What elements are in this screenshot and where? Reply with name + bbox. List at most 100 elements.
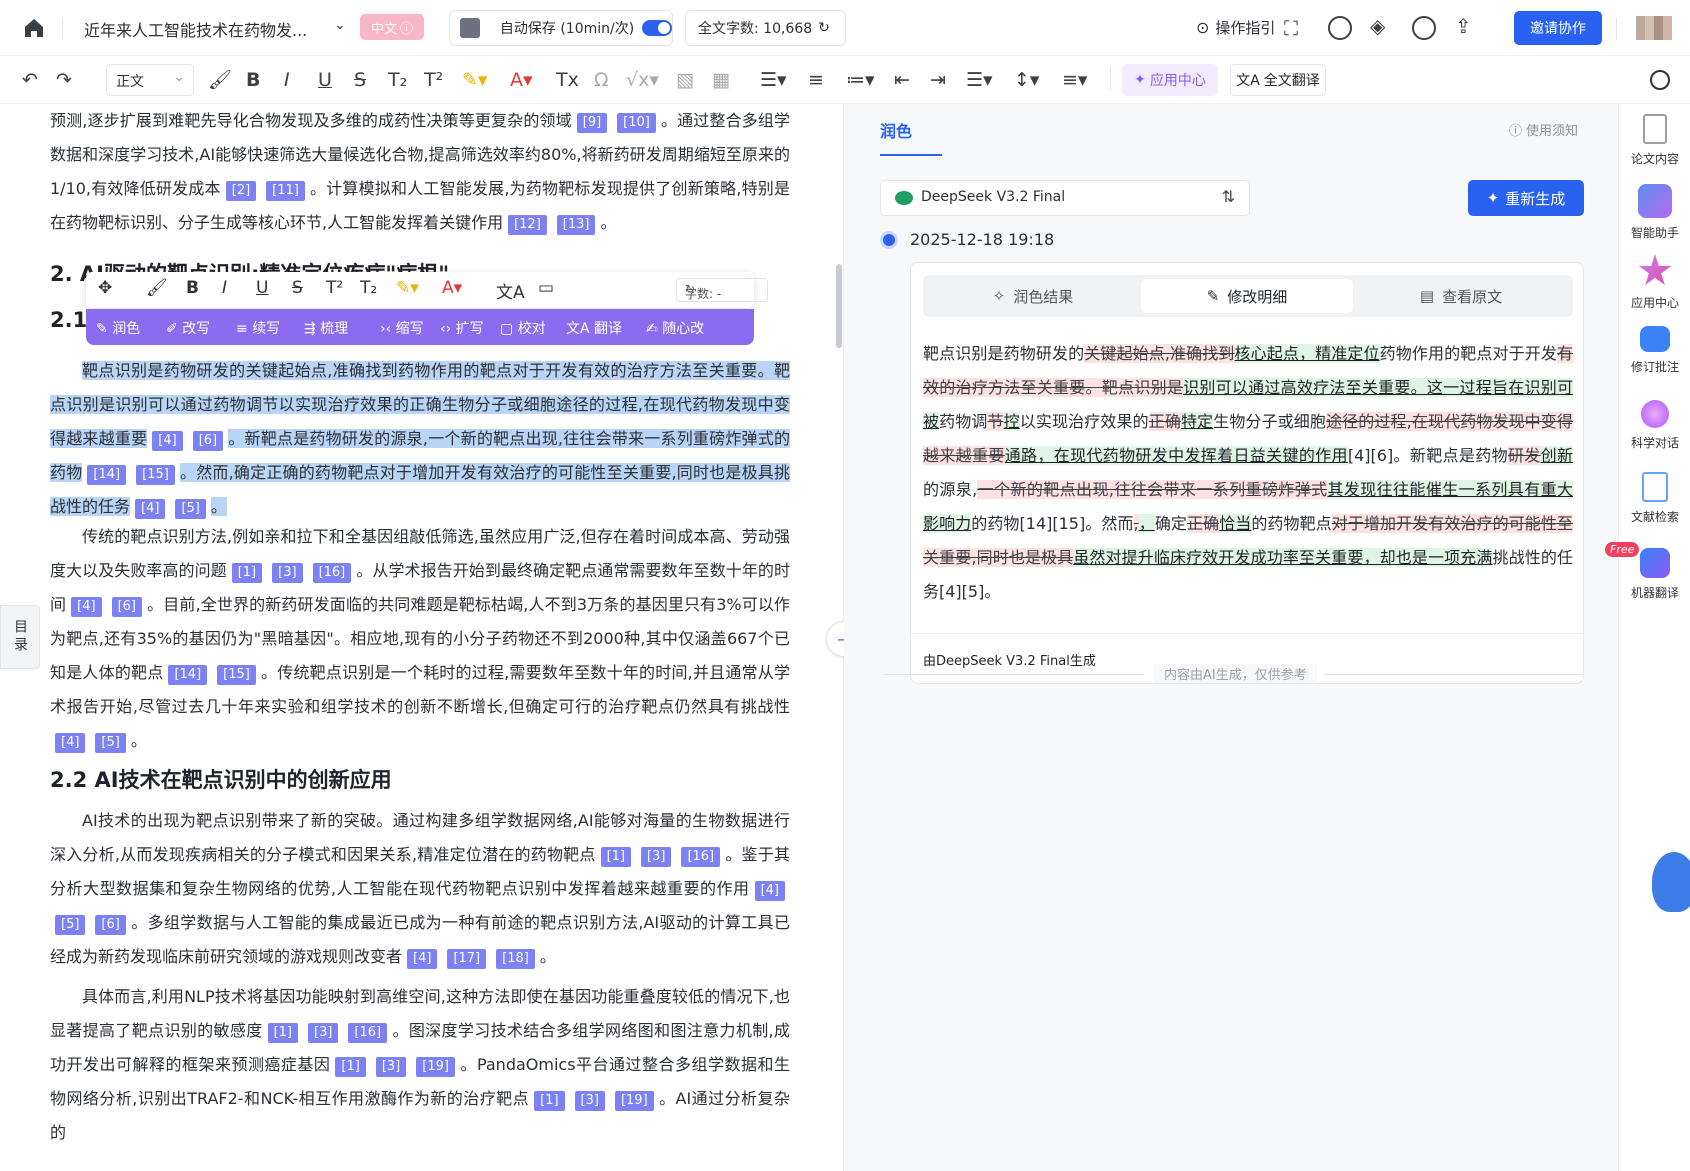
citation-chip[interactable]: [10] [617,113,656,133]
share-icon[interactable]: ⇪ [1455,14,1472,38]
formula-icon[interactable]: √x▾ [626,68,659,92]
ai-action-proofread[interactable]: ▢ 校对 [500,318,546,338]
strikethrough-icon[interactable]: S [292,278,303,298]
ai-action-continue[interactable]: ≡ 续写 [236,318,280,338]
citation-chip[interactable]: [1] [267,1023,298,1043]
line-height-icon[interactable]: ↕▾ [1014,68,1039,92]
guide-button[interactable]: ⊙ 操作指引 [1196,17,1275,38]
document-title[interactable]: 近年来人工智能技术在药物发... [84,17,307,41]
citation-chip[interactable]: [19] [416,1057,455,1077]
citation-chip[interactable]: [4] [135,499,166,519]
document-editor[interactable]: 预测,逐步扩展到难靶先导化合物发现及多维的成药性决策等更复杂的领域 [9] [10]… [0,104,842,1171]
underline-icon[interactable]: U [256,278,268,298]
layers-icon[interactable]: ◈ [1370,14,1385,38]
theme-icon[interactable] [1412,16,1436,40]
subscript-icon[interactable]: T₂ [388,68,407,92]
sidebar-item-revision-comments[interactable]: 修订批注 [1619,326,1690,375]
citation-chip[interactable]: [16] [312,563,352,583]
citation-chip[interactable]: [13] [556,215,596,235]
superscript-icon[interactable]: T² [424,68,443,92]
citation-chip[interactable]: [3] [574,1091,605,1111]
refresh-icon[interactable]: ↻ [818,20,830,36]
ai-action-translate[interactable]: 文A 翻译 [566,318,622,338]
multilevel-list-icon[interactable]: ≔▾ [846,68,875,92]
citation-chip[interactable]: [2] [225,181,257,201]
citation-chip[interactable]: [1] [335,1057,366,1077]
autosave-toggle[interactable] [642,20,672,36]
tab-polish[interactable]: 润色 [880,118,912,142]
strikethrough-icon[interactable]: S [354,68,366,92]
sidebar-item-smart-assistant[interactable]: 智能助手 [1619,184,1690,241]
citation-chip[interactable]: [1] [534,1091,565,1111]
citation-chip[interactable]: [4] [407,949,438,969]
underline-icon[interactable]: U [318,68,332,92]
citation-chip[interactable]: [19] [614,1091,654,1111]
help-icon[interactable] [1328,16,1352,40]
undo-icon[interactable]: ↶ [22,68,38,92]
selected-paragraph[interactable]: 靶点识别是药物研发的关键起始点,准确找到药物作用的靶点对于开发有效的治疗方法至关… [50,354,790,524]
citation-chip[interactable]: [9] [576,113,608,133]
citation-chip[interactable]: [15] [217,665,256,685]
adjust-icon[interactable]: ⇅ [1222,187,1235,206]
sidebar-item-science-chat[interactable]: 科学对话 [1619,400,1690,451]
clear-format-icon[interactable]: Tx [556,68,579,92]
citation-chip[interactable]: [1] [600,847,632,867]
citation-chip[interactable]: [4] [152,431,183,451]
citation-chip[interactable]: [4] [754,881,785,901]
table-icon[interactable]: ▦ [712,68,730,92]
align-icon[interactable]: ☰▾ [966,68,993,92]
fullscreen-icon[interactable]: ⛶ [1284,16,1298,40]
regenerate-button[interactable]: ✦ 重新生成 [1468,180,1584,216]
translate-icon[interactable]: 文A [496,278,525,303]
language-badge[interactable]: 中文 ⓘ [360,14,424,40]
citation-chip[interactable]: [6] [95,915,126,935]
toc-tab[interactable]: 目录 [0,605,40,669]
format-painter-icon[interactable]: 🖌 [208,68,232,92]
italic-icon[interactable]: I [284,68,290,92]
paragraph-style-select[interactable]: 正文 ⌄ [106,64,194,96]
citation-chip[interactable]: [1] [231,563,263,583]
image-icon[interactable]: ▧ [676,68,694,92]
citation-chip[interactable]: [18] [496,949,535,969]
citation-chip[interactable]: [14] [87,465,127,485]
save-disk-icon[interactable] [460,18,480,38]
sidebar-item-paper-content[interactable]: 论文内容 [1619,114,1690,167]
special-char-icon[interactable]: Ω [594,68,609,92]
citation-chip[interactable]: [6] [192,431,224,451]
ai-action-shorten[interactable]: ›‹ 缩写 [380,318,424,338]
citation-chip[interactable]: [16] [348,1023,388,1043]
numbered-list-icon[interactable]: ≡ [808,68,824,92]
subscript-icon[interactable]: T₂ [360,278,377,298]
mascot-assistant-icon[interactable] [1652,852,1690,912]
ai-action-freeform[interactable]: ✍ 随心改 [646,318,704,338]
tab-view-original[interactable]: ▤ 查看原文 [1355,279,1567,313]
outdent-icon[interactable]: ⇤ [894,68,910,92]
indent-icon[interactable]: ⇥ [930,68,946,92]
sidebar-item-app-center[interactable]: 应用中心 [1619,254,1690,311]
full-translate-button[interactable]: 文A 全文翻译 [1230,64,1326,96]
bold-icon[interactable]: B [246,68,260,92]
citation-chip[interactable]: [4] [71,597,102,617]
citation-chip[interactable]: [4] [55,733,86,753]
ai-action-expand[interactable]: ‹› 扩写 [440,318,484,338]
ai-action-polish[interactable]: ✎ 润色 [96,318,140,338]
citation-chip[interactable]: [5] [175,499,206,519]
font-color-icon[interactable]: A▾ [442,278,462,298]
highlight-icon[interactable]: ✎▾ [462,68,487,92]
superscript-icon[interactable]: T² [326,278,343,298]
home-icon[interactable] [22,16,46,40]
app-center-button[interactable]: ✦ 应用中心 [1122,64,1218,96]
ai-action-rewrite[interactable]: ✐ 改写 [166,318,210,338]
citation-chip[interactable]: [3] [641,847,672,867]
italic-icon[interactable]: I [222,278,227,298]
sidebar-item-literature-search[interactable]: 文献检索 [1619,472,1690,525]
search-icon[interactable] [1650,70,1670,90]
chevron-down-icon[interactable]: ⌄ [334,17,346,33]
font-color-icon[interactable]: A▾ [510,68,533,92]
tab-change-details[interactable]: ✎ 修改明细 [1141,279,1353,313]
citation-chip[interactable]: [3] [272,563,303,583]
citation-chip[interactable]: [6] [111,597,142,617]
comment-icon[interactable]: ▭ [538,278,554,298]
citation-chip[interactable]: [12] [508,215,547,235]
highlight-icon[interactable]: ✎▾ [396,278,419,298]
